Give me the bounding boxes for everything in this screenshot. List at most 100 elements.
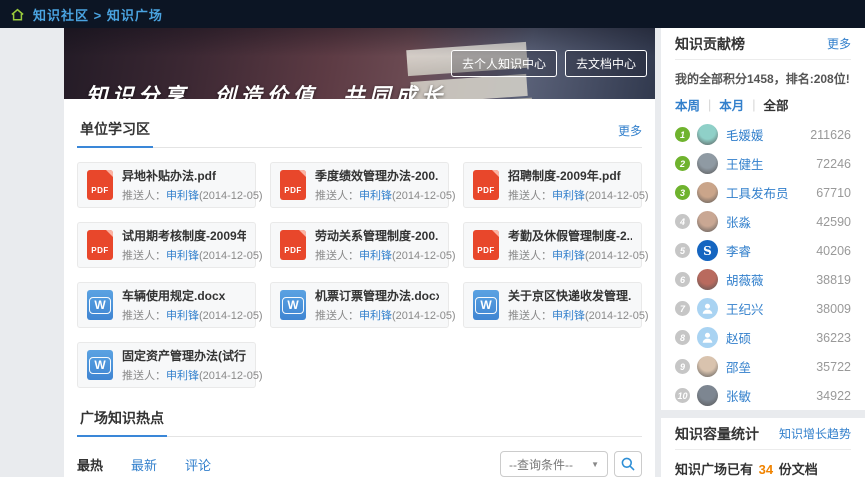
pdf-file-icon: PDF — [280, 170, 306, 200]
user-name-link[interactable]: 毛媛媛 — [726, 125, 764, 144]
card-text: 劳动关系管理制度-200..推送人：申利锋(2014-12-05) — [315, 227, 439, 263]
query-condition-select[interactable]: --查询条件-- ▼ — [500, 451, 608, 477]
pusher-link[interactable]: 申利锋 — [552, 310, 585, 322]
file-meta: 推送人：申利锋(2014-12-05) — [508, 247, 632, 263]
document-card[interactable]: PDF招聘制度-2009年.pdf推送人：申利锋(2014-12-05) — [463, 162, 642, 208]
capacity-text-after: 份文档 — [779, 462, 818, 477]
leaderboard-row: 9邵垒35722 — [675, 352, 851, 381]
board-tab-本月[interactable]: 本月 — [719, 95, 744, 114]
capacity-text: 知识广场已有 34 份文档 — [675, 450, 851, 477]
document-card[interactable]: PDF 考勤及休假管理制度-2.. 推送人：申利锋(2014-12-05) — [463, 222, 642, 268]
file-title: 异地补贴办法.pdf — [122, 167, 246, 184]
contribution-board-more-link[interactable]: 更多 — [827, 35, 851, 52]
user-name-link[interactable]: 工具发布员 — [726, 183, 789, 202]
user-name-link[interactable]: 张敏 — [726, 386, 751, 405]
pusher-link[interactable]: 申利锋 — [166, 310, 199, 322]
file-title: 考勤及休假管理制度-2.. — [508, 227, 632, 244]
file-meta: 推送人：申利锋(2014-12-05) — [508, 307, 632, 323]
document-card[interactable]: PDF 劳动关系管理制度-200..推送人：申利锋(2014-12-05) — [270, 222, 449, 268]
avatar — [697, 153, 718, 174]
contribution-board-title: 知识贡献榜 — [675, 34, 745, 54]
pusher-link[interactable]: 申利锋 — [552, 190, 585, 202]
capacity-text-before: 知识广场已有 — [675, 462, 753, 477]
query-condition-value: --查询条件-- — [509, 456, 573, 473]
pusher-link[interactable]: 申利锋 — [359, 250, 392, 262]
file-title: 招聘制度-2009年.pdf — [508, 167, 632, 184]
contribution-board-header: 知识贡献榜 更多 — [675, 28, 851, 60]
user-name-link[interactable]: 张淼 — [726, 212, 751, 231]
pusher-link[interactable]: 申利锋 — [166, 190, 199, 202]
pusher-link[interactable]: 申利锋 — [166, 250, 199, 262]
document-card[interactable]: W车辆使用规定.docx推送人：申利锋(2014-12-05) — [77, 282, 256, 328]
file-title: 关于京区快递收发管理.. — [508, 287, 632, 304]
document-card[interactable]: PDF 季度绩效管理办法-200..推送人：申利锋(2014-12-05) — [270, 162, 449, 208]
hotspot-tab-最新[interactable]: 最新 — [131, 455, 157, 474]
document-card[interactable]: PDF异地补贴办法.pdf推送人：申利锋(2014-12-05) — [77, 162, 256, 208]
word-file-icon: W — [280, 290, 306, 320]
board-tabs: 本周|本月|全部 — [675, 95, 851, 120]
leaderboard-list: 1毛媛媛2116262王健生722463工具发布员677104张淼425905S… — [675, 120, 851, 410]
pusher-link[interactable]: 申利锋 — [552, 250, 585, 262]
file-meta: 推送人：申利锋(2014-12-05) — [315, 307, 439, 323]
user-name-link[interactable]: 王健生 — [726, 154, 764, 173]
file-title: 固定资产管理办法(试行.. — [122, 347, 246, 364]
avatar: S — [697, 240, 718, 261]
breadcrumb[interactable]: 知识社区 > 知识广场 — [33, 5, 163, 24]
document-card[interactable]: W 机票订票管理办法.docx 推送人：申利锋(2014-12-05) — [270, 282, 449, 328]
file-title: 试用期考核制度-2009年.. — [122, 227, 246, 244]
unit-learning-more-link[interactable]: 更多 — [618, 122, 642, 147]
pusher-link[interactable]: 申利锋 — [359, 310, 392, 322]
document-card[interactable]: W关于京区快递收发管理..推送人：申利锋(2014-12-05) — [463, 282, 642, 328]
hotspot-tab-最热[interactable]: 最热 — [77, 455, 103, 474]
card-text: 关于京区快递收发管理.. 推送人：申利锋(2014-12-05) — [508, 287, 632, 323]
pdf-file-icon: PDF — [473, 230, 499, 260]
home-icon[interactable] — [10, 7, 25, 22]
file-title: 车辆使用规定.docx — [122, 287, 246, 304]
rank-badge: 7 — [675, 301, 690, 316]
pusher-link[interactable]: 申利锋 — [359, 190, 392, 202]
card-text: 季度绩效管理办法-200..推送人：申利锋(2014-12-05) — [315, 167, 439, 203]
card-text: 机票订票管理办法.docx 推送人：申利锋(2014-12-05) — [315, 287, 439, 323]
leaderboard-row: 3工具发布员67710 — [675, 178, 851, 207]
user-score: 211626 — [810, 128, 851, 142]
file-meta: 推送人：申利锋(2014-12-05) — [122, 187, 246, 203]
file-title: 劳动关系管理制度-200.. — [315, 227, 439, 244]
user-score: 35722 — [816, 360, 851, 374]
user-score: 67710 — [816, 186, 851, 200]
user-name-link[interactable]: 胡薇薇 — [726, 270, 764, 289]
board-tab-全部[interactable]: 全部 — [764, 95, 789, 114]
main-column: 知识分享 创造价值 共同成长 去个人知识中心 去文档中心 单位学习区 更多 PD… — [64, 28, 655, 477]
user-name-link[interactable]: 赵硕 — [726, 328, 751, 347]
user-score: 34922 — [816, 389, 851, 403]
card-text: 考勤及休假管理制度-2.. 推送人：申利锋(2014-12-05) — [508, 227, 632, 263]
user-name-link[interactable]: 王纪兴 — [726, 299, 764, 318]
user-score: 38819 — [816, 273, 851, 287]
filter-controls: --查询条件-- ▼ — [500, 451, 642, 477]
document-center-button[interactable]: 去文档中心 — [565, 50, 647, 77]
rank-badge: 5 — [675, 243, 690, 258]
user-name-link[interactable]: 李睿 — [726, 241, 751, 260]
user-name-link[interactable]: 邵垒 — [726, 357, 751, 376]
file-title: 机票订票管理办法.docx — [315, 287, 439, 304]
tab-separator: | — [708, 98, 711, 112]
board-tab-本周[interactable]: 本周 — [675, 95, 700, 114]
search-button[interactable] — [614, 451, 642, 477]
leaderboard-row: 2王健生72246 — [675, 149, 851, 178]
card-text: 异地补贴办法.pdf 推送人：申利锋(2014-12-05) — [122, 167, 246, 203]
pdf-file-icon: PDF — [280, 230, 306, 260]
avatar — [697, 327, 718, 348]
document-card[interactable]: W固定资产管理办法(试行..推送人：申利锋(2014-12-05) — [77, 342, 256, 388]
unit-learning-section: 单位学习区 更多 PDF异地补贴办法.pdf推送人：申利锋(2014-12-05… — [64, 99, 655, 388]
word-file-icon: W — [87, 350, 113, 380]
rank-badge: 10 — [675, 388, 690, 403]
document-card[interactable]: PDF试用期考核制度-2009年..推送人：申利锋(2014-12-05) — [77, 222, 256, 268]
file-meta: 推送人：申利锋(2014-12-05) — [508, 187, 632, 203]
chevron-down-icon: ▼ — [581, 460, 599, 469]
personal-knowledge-center-button[interactable]: 去个人知识中心 — [451, 50, 557, 77]
pusher-link[interactable]: 申利锋 — [166, 370, 199, 382]
hotspot-tab-评论[interactable]: 评论 — [185, 455, 211, 474]
leaderboard-row: 4张淼42590 — [675, 207, 851, 236]
growth-trend-link[interactable]: 知识增长趋势 — [779, 425, 851, 442]
leaderboard-row: 10 张敏 34922 — [675, 381, 851, 410]
rank-badge: 8 — [675, 330, 690, 345]
